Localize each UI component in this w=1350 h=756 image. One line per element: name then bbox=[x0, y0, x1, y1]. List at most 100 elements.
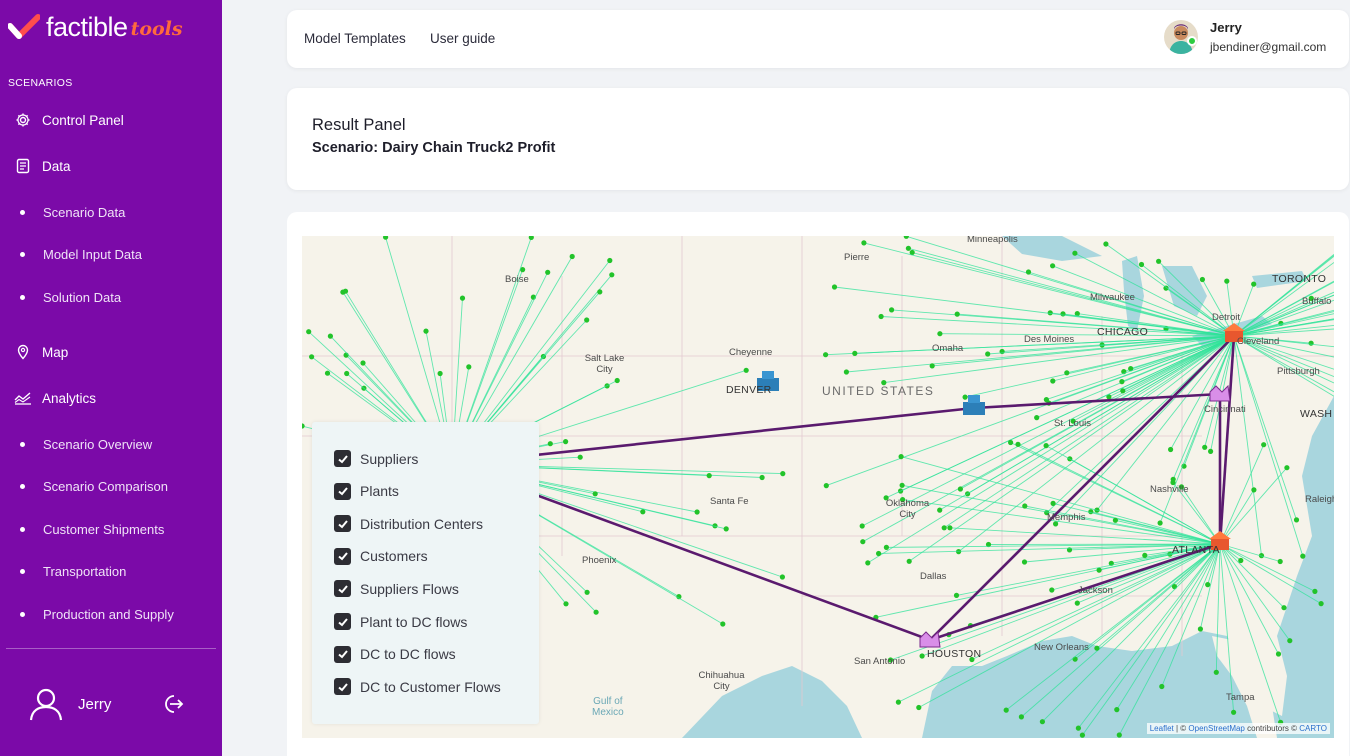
customer-marker bbox=[743, 367, 749, 373]
customer-marker bbox=[1008, 439, 1014, 446]
customer-marker bbox=[1251, 487, 1257, 493]
legend-item-suppliers-flows[interactable]: Suppliers Flows bbox=[334, 580, 459, 598]
sidebar-item-analytics[interactable]: Analytics bbox=[14, 389, 96, 407]
sidebar-subitem-model-input-data[interactable]: Model Input Data bbox=[20, 247, 142, 262]
customer-marker bbox=[584, 589, 590, 595]
city-label: Pittsburgh bbox=[1277, 366, 1320, 377]
customer-marker bbox=[563, 601, 569, 607]
customer-marker bbox=[906, 558, 912, 564]
customer-marker bbox=[957, 486, 964, 492]
legend-item-dc-to-dc-flows[interactable]: DC to DC flows bbox=[334, 645, 456, 663]
sidebar-subitem-scenario-comparison[interactable]: Scenario Comparison bbox=[20, 479, 168, 494]
customer-marker bbox=[1142, 552, 1148, 558]
sidebar-subitem-label: Transportation bbox=[43, 564, 127, 579]
customer-marker bbox=[1021, 559, 1028, 565]
user-guide-link[interactable]: User guide bbox=[430, 31, 495, 46]
sidebar-subitem-label: Customer Shipments bbox=[43, 522, 165, 537]
layer-legend: Suppliers Plants Distribution Centers Custo… bbox=[312, 422, 539, 724]
sidebar-subitem-production-and-supply[interactable]: Production and Supply bbox=[20, 607, 174, 622]
customer-marker bbox=[1072, 656, 1078, 662]
sidebar-user[interactable]: Jerry bbox=[28, 686, 111, 722]
customer-marker bbox=[823, 352, 829, 358]
legend-item-customers[interactable]: Customers bbox=[334, 547, 428, 565]
result-panel: Result Panel Scenario: Dairy Chain Truck… bbox=[287, 88, 1349, 190]
legend-item-dc-to-customer-flows[interactable]: DC to Customer Flows bbox=[334, 678, 501, 696]
sidebar-item-control-panel[interactable]: Control Panel bbox=[14, 111, 124, 129]
customer-marker bbox=[1277, 558, 1283, 565]
customer-marker bbox=[545, 269, 551, 275]
customer-marker bbox=[344, 370, 350, 377]
city-label: CHICAGO bbox=[1097, 326, 1149, 338]
legend-label: Plant to DC flows bbox=[360, 613, 468, 630]
city-label: New Orleans bbox=[1034, 642, 1089, 653]
checkbox[interactable] bbox=[334, 580, 351, 598]
check-icon bbox=[337, 454, 348, 463]
customer-marker bbox=[1308, 340, 1314, 346]
carto-link[interactable]: CARTO bbox=[1299, 724, 1327, 733]
supplier-marker bbox=[963, 402, 985, 415]
leaflet-link[interactable]: Leaflet bbox=[1150, 724, 1174, 733]
checkbox[interactable] bbox=[334, 645, 351, 663]
online-status-dot bbox=[1187, 36, 1197, 46]
legend-label: DC to Customer Flows bbox=[360, 678, 501, 695]
checkbox[interactable] bbox=[334, 515, 351, 533]
customer-marker bbox=[1094, 645, 1100, 651]
brand-logo[interactable]: factible tools bbox=[8, 10, 183, 44]
checkmark-logo-icon bbox=[8, 14, 40, 39]
sidebar-subitem-customer-shipments[interactable]: Customer Shipments bbox=[20, 522, 164, 537]
customer-marker bbox=[831, 284, 838, 290]
customer-marker bbox=[723, 526, 729, 532]
sidebar-item-map[interactable]: Map bbox=[14, 343, 68, 361]
legend-item-distribution-centers[interactable]: Distribution Centers bbox=[334, 515, 483, 533]
check-icon bbox=[337, 520, 348, 529]
bullet-icon bbox=[20, 442, 25, 447]
customer-marker bbox=[614, 377, 620, 384]
city-label: TORONTO bbox=[1272, 273, 1327, 285]
customer-marker bbox=[324, 370, 331, 376]
sidebar-user-name: Jerry bbox=[78, 695, 112, 713]
sidebar-subitem-scenario-data[interactable]: Scenario Data bbox=[20, 205, 125, 220]
customer-marker bbox=[309, 354, 315, 360]
map-pin-icon bbox=[14, 343, 32, 361]
gulf-label: Gulf of Mexico bbox=[592, 696, 624, 718]
checkbox[interactable] bbox=[334, 613, 351, 630]
check-icon bbox=[337, 617, 348, 626]
customer-marker bbox=[899, 482, 905, 488]
supplier-marker-top bbox=[968, 395, 980, 403]
logout-button[interactable] bbox=[160, 692, 184, 716]
sidebar-subitem-solution-data[interactable]: Solution Data bbox=[20, 290, 121, 305]
customer-marker bbox=[569, 253, 575, 260]
sidebar-item-data[interactable]: Data bbox=[14, 157, 71, 175]
customer-marker bbox=[563, 439, 569, 445]
customer-marker bbox=[860, 539, 866, 545]
customer-marker bbox=[1199, 276, 1205, 283]
sidebar-divider bbox=[6, 648, 216, 649]
city-label: Chihuahua City bbox=[698, 670, 745, 692]
city-label: DENVER bbox=[726, 384, 772, 396]
checkbox[interactable] bbox=[334, 547, 351, 565]
sidebar-subitem-scenario-overview[interactable]: Scenario Overview bbox=[20, 437, 152, 452]
legend-item-plant-to-dc-flows[interactable]: Plant to DC flows bbox=[334, 613, 467, 630]
city-label: Jackson bbox=[1078, 585, 1113, 596]
sidebar-subitem-transportation[interactable]: Transportation bbox=[20, 564, 126, 579]
model-templates-link[interactable]: Model Templates bbox=[304, 31, 406, 46]
city-label: Cheyenne bbox=[729, 347, 773, 358]
customer-marker bbox=[1197, 626, 1203, 632]
checkbox[interactable] bbox=[334, 450, 351, 467]
customer-marker bbox=[1318, 601, 1324, 607]
city-label: Phoenix bbox=[582, 555, 617, 566]
city-label: Cleveland bbox=[1237, 336, 1280, 347]
customer-marker bbox=[584, 317, 590, 323]
legend-item-plants[interactable]: Plants bbox=[334, 482, 399, 500]
customer-marker bbox=[1261, 442, 1267, 448]
customer-marker bbox=[1003, 707, 1009, 713]
legend-item-suppliers[interactable]: Suppliers bbox=[334, 450, 418, 467]
checkbox[interactable] bbox=[334, 678, 351, 696]
customer-marker bbox=[607, 257, 613, 264]
city-label: Tampa bbox=[1226, 692, 1255, 703]
customer-marker bbox=[889, 307, 895, 313]
customer-marker bbox=[937, 331, 943, 337]
osm-link[interactable]: OpenStreetMap bbox=[1188, 724, 1244, 733]
sidebar-item-label: Map bbox=[42, 344, 69, 360]
checkbox[interactable] bbox=[334, 482, 351, 500]
